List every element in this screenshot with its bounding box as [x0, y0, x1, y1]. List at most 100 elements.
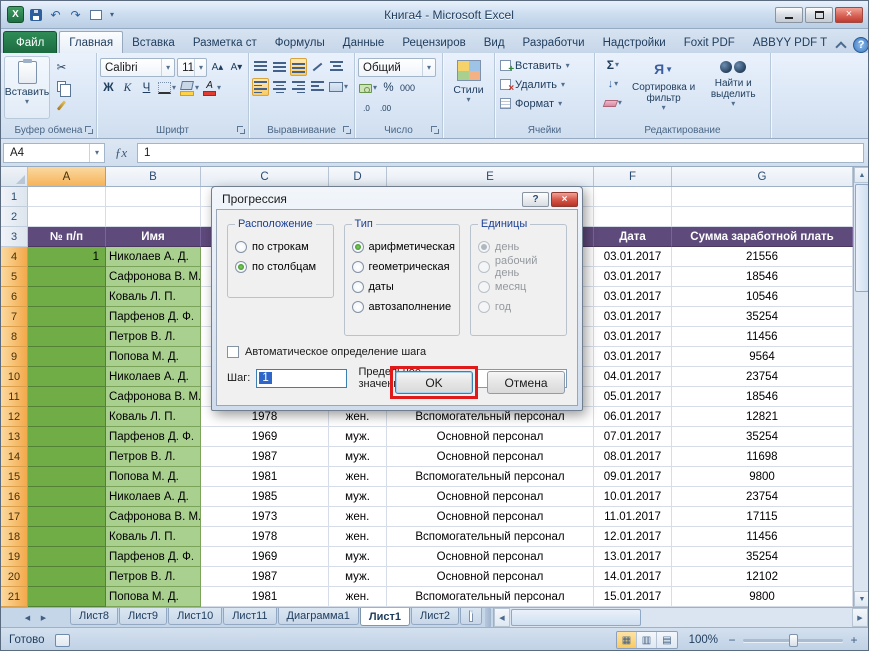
- cell-C20[interactable]: 1987: [201, 567, 329, 587]
- minimize-button[interactable]: [775, 7, 803, 23]
- cell-B8[interactable]: Петров В. Л.: [106, 327, 201, 347]
- radio-option-геометрическая[interactable]: геометрическая: [352, 257, 455, 277]
- wrap-text-button[interactable]: [328, 58, 345, 76]
- underline-button[interactable]: Ч: [138, 79, 155, 97]
- cell-D21[interactable]: жен.: [329, 587, 387, 607]
- cell-B7[interactable]: Парфенов Д. Ф.: [106, 307, 201, 327]
- sheet-tab-Диаграмма1[interactable]: Диаграмма1: [278, 608, 359, 625]
- cell-D15[interactable]: жен.: [329, 467, 387, 487]
- cell-C16[interactable]: 1985: [201, 487, 329, 507]
- autosum-button[interactable]: Σ▾: [598, 56, 628, 74]
- cell-A8[interactable]: [28, 327, 106, 347]
- cell-D17[interactable]: жен.: [329, 507, 387, 527]
- row-header-19[interactable]: 19: [1, 547, 28, 567]
- cell-B14[interactable]: Петров В. Л.: [106, 447, 201, 467]
- cell-F4[interactable]: 03.01.2017: [594, 247, 672, 267]
- cell-B21[interactable]: Попова М. Д.: [106, 587, 201, 607]
- copy-button[interactable]: [53, 77, 70, 95]
- row-header-20[interactable]: 20: [1, 567, 28, 587]
- cell-A13[interactable]: [28, 427, 106, 447]
- cell-E20[interactable]: Основной персонал: [387, 567, 594, 587]
- cell-A9[interactable]: [28, 347, 106, 367]
- row-header-8[interactable]: 8: [1, 327, 28, 347]
- vertical-scrollbar-track[interactable]: [854, 293, 869, 591]
- chevron-down-icon[interactable]: ▾: [89, 144, 104, 162]
- cell-F16[interactable]: 10.01.2017: [594, 487, 672, 507]
- row-header-16[interactable]: 16: [1, 487, 28, 507]
- scroll-down-button[interactable]: ▼: [854, 591, 869, 607]
- cell-B20[interactable]: Петров В. Л.: [106, 567, 201, 587]
- tab-split-handle[interactable]: [485, 608, 491, 627]
- cell-F6[interactable]: 03.01.2017: [594, 287, 672, 307]
- ribbon-tab-Разметка ст[interactable]: Разметка ст: [184, 32, 266, 53]
- cell-B6[interactable]: Коваль Л. П.: [106, 287, 201, 307]
- sheet-tab-Лист1[interactable]: Лист1: [360, 608, 410, 626]
- sheet-tab-Лист11[interactable]: Лист11: [223, 608, 276, 625]
- row-header-9[interactable]: 9: [1, 347, 28, 367]
- cell-B18[interactable]: Коваль Л. П.: [106, 527, 201, 547]
- insert-sheet-button[interactable]: [460, 608, 482, 625]
- cell-G16[interactable]: 23754: [672, 487, 853, 507]
- sheet-tab-Лист8[interactable]: Лист8: [70, 608, 118, 625]
- row-header-21[interactable]: 21: [1, 587, 28, 607]
- dialog-launcher-icon[interactable]: [85, 126, 94, 135]
- cell-E13[interactable]: Основной персонал: [387, 427, 594, 447]
- align-bottom-button[interactable]: [290, 58, 307, 76]
- cell-C17[interactable]: 1973: [201, 507, 329, 527]
- zoom-out-button[interactable]: −: [726, 633, 738, 647]
- sheet-tab-Лист10[interactable]: Лист10: [168, 608, 222, 625]
- cell-B9[interactable]: Попова М. Д.: [106, 347, 201, 367]
- find-select-button[interactable]: Найти и выделить ▾: [699, 56, 767, 119]
- radio-option-даты[interactable]: даты: [352, 277, 455, 297]
- cell-A7[interactable]: [28, 307, 106, 327]
- cell-F7[interactable]: 03.01.2017: [594, 307, 672, 327]
- thousands-button[interactable]: 000: [399, 79, 416, 97]
- format-painter-button[interactable]: [53, 96, 70, 114]
- cell-A15[interactable]: [28, 467, 106, 487]
- cell-F12[interactable]: 06.01.2017: [594, 407, 672, 427]
- column-header-A[interactable]: A: [28, 167, 106, 186]
- cell-G20[interactable]: 12102: [672, 567, 853, 587]
- grow-font-button[interactable]: А▴: [209, 59, 226, 77]
- styles-button[interactable]: Стили ▾: [446, 56, 492, 119]
- row-header-7[interactable]: 7: [1, 307, 28, 327]
- cell-F2[interactable]: [594, 207, 672, 227]
- zoom-slider-thumb[interactable]: [789, 634, 798, 647]
- step-input[interactable]: 1: [256, 369, 346, 388]
- cell-A3[interactable]: № п/п: [28, 227, 106, 247]
- column-header-B[interactable]: B: [106, 167, 201, 186]
- ribbon-tab-Разработчи[interactable]: Разработчи: [514, 32, 594, 53]
- radio-option-по строкам[interactable]: по строкам: [235, 237, 329, 257]
- row-header-2[interactable]: 2: [1, 207, 28, 227]
- row-header-4[interactable]: 4: [1, 247, 28, 267]
- redo-button[interactable]: ↷: [67, 6, 84, 23]
- align-top-button[interactable]: [252, 58, 269, 76]
- ribbon-tab-Вставка[interactable]: Вставка: [123, 32, 184, 53]
- cell-B5[interactable]: Сафронова В. М.: [106, 267, 201, 287]
- cell-G21[interactable]: 9800: [672, 587, 853, 607]
- scroll-up-button[interactable]: ▲: [854, 167, 869, 183]
- cell-C19[interactable]: 1969: [201, 547, 329, 567]
- align-middle-button[interactable]: [271, 58, 288, 76]
- decrease-indent-button[interactable]: [309, 78, 326, 96]
- clear-button[interactable]: ▾: [598, 94, 628, 112]
- record-macro-button[interactable]: [55, 634, 70, 647]
- cell-G3[interactable]: Сумма заработной плать: [672, 227, 853, 247]
- ribbon-tab-ABBYY PDF T[interactable]: ABBYY PDF T: [744, 32, 836, 53]
- horizontal-scrollbar-thumb[interactable]: [511, 609, 641, 626]
- cell-E17[interactable]: Основной персонал: [387, 507, 594, 527]
- insert-cells-button[interactable]: Вставить ▾: [498, 56, 591, 75]
- cell-C21[interactable]: 1981: [201, 587, 329, 607]
- align-left-button[interactable]: [252, 78, 269, 96]
- auto-step-checkbox[interactable]: [227, 346, 239, 358]
- font-family-select[interactable]: Calibri ▾: [100, 58, 175, 77]
- cell-G10[interactable]: 23754: [672, 367, 853, 387]
- vertical-scrollbar-thumb[interactable]: [855, 184, 869, 292]
- row-header-1[interactable]: 1: [1, 187, 28, 207]
- row-header-17[interactable]: 17: [1, 507, 28, 527]
- merge-center-button[interactable]: ▾: [328, 78, 349, 96]
- cell-A20[interactable]: [28, 567, 106, 587]
- cell-A18[interactable]: [28, 527, 106, 547]
- cell-F20[interactable]: 14.01.2017: [594, 567, 672, 587]
- cell-G8[interactable]: 11456: [672, 327, 853, 347]
